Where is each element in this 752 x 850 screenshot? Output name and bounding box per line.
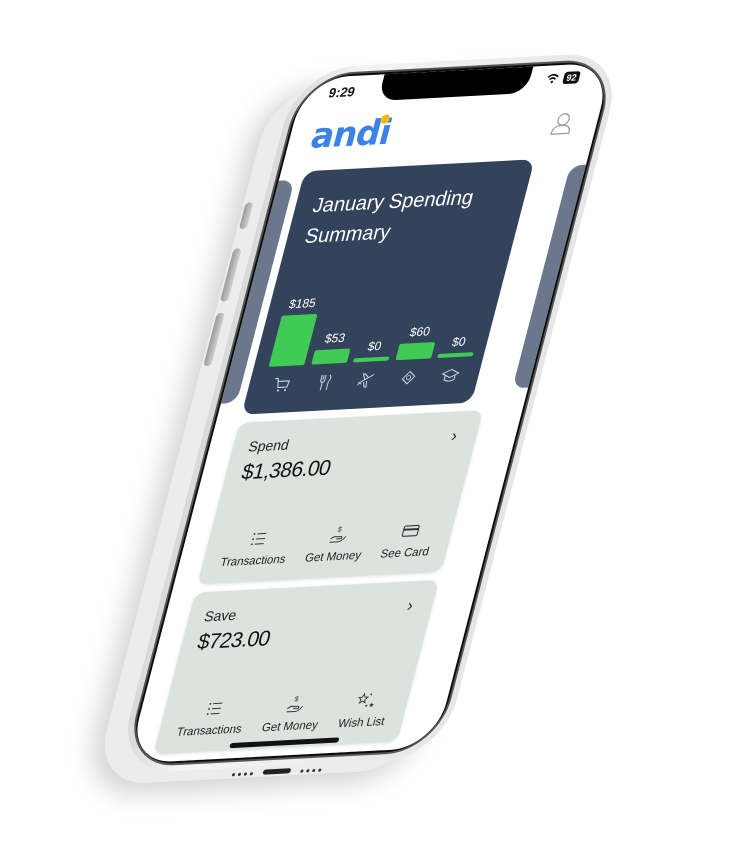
action-label: Get Money xyxy=(260,719,320,735)
summary-title: January Spending Summary xyxy=(302,186,476,249)
action-label: Transactions xyxy=(218,553,287,570)
graduation-cap-icon xyxy=(441,368,460,382)
wish-list-button[interactable]: Wish List xyxy=(336,689,392,730)
account-balance: $1,386.00 xyxy=(238,456,334,485)
bar-data-label: $60 xyxy=(408,323,432,340)
user-icon[interactable] xyxy=(548,111,576,137)
money-hand-icon: $ xyxy=(329,526,347,543)
charging-port xyxy=(262,768,292,775)
account-actions: Transactions $ Get Money xyxy=(165,689,403,740)
bar-travel xyxy=(352,356,390,363)
utensils-icon xyxy=(319,374,331,391)
see-card-button[interactable]: See Card xyxy=(378,519,437,561)
mute-switch xyxy=(238,202,254,230)
get-money-button[interactable]: $ Get Money xyxy=(260,693,326,735)
money-icon xyxy=(401,370,415,385)
bar-bills xyxy=(394,341,435,361)
bar-dining xyxy=(310,348,351,365)
spend-account-card[interactable]: Spend $1,386.00 › Transactions $ Get Mon… xyxy=(197,410,484,585)
bar-data-label: $0 xyxy=(450,334,468,350)
action-label: Get Money xyxy=(303,549,363,565)
airplane-icon xyxy=(357,373,375,388)
cart-icon xyxy=(275,377,291,392)
bar-education xyxy=(437,352,474,359)
credit-card-icon xyxy=(401,524,420,537)
svg-text:$: $ xyxy=(294,695,300,703)
phone-mockup: 9:29 92 andi January Spending Summary $1… xyxy=(114,51,626,777)
stage: 9:29 92 andi January Spending Summary $1… xyxy=(0,0,752,850)
list-icon xyxy=(250,532,267,546)
stars-icon xyxy=(358,692,375,708)
status-time: 9:29 xyxy=(326,83,357,101)
get-money-button[interactable]: $ Get Money xyxy=(303,523,369,565)
wifi-icon xyxy=(547,73,559,84)
bar-column-education[interactable]: $0 xyxy=(429,334,480,387)
bar-data-label: $185 xyxy=(287,295,318,312)
phone-screen: 9:29 92 andi January Spending Summary $1… xyxy=(127,62,613,764)
bar-data-label: $53 xyxy=(323,330,348,346)
action-label: Transactions xyxy=(175,723,244,739)
spending-chart: $185 $53 $0 $60 $0 xyxy=(260,272,495,395)
speaker-grill-right xyxy=(300,768,322,773)
transactions-button[interactable]: Transactions xyxy=(175,697,250,739)
list-icon xyxy=(206,702,223,715)
money-hand-icon: $ xyxy=(286,695,304,713)
transactions-button[interactable]: Transactions xyxy=(219,527,294,569)
save-account-card[interactable]: Save $723.00 › Transactions $ Get Money … xyxy=(153,579,440,755)
account-actions: Transactions $ Get Money xyxy=(209,519,447,570)
action-label: See Card xyxy=(378,546,431,561)
speaker-grill-left xyxy=(231,772,254,777)
bar-data-label: $0 xyxy=(366,338,384,354)
action-label: Wish List xyxy=(336,715,386,731)
svg-text:$: $ xyxy=(337,526,343,534)
account-balance: $723.00 xyxy=(194,626,273,655)
status-icons: 92 xyxy=(545,71,582,85)
battery-indicator: 92 xyxy=(561,71,582,85)
